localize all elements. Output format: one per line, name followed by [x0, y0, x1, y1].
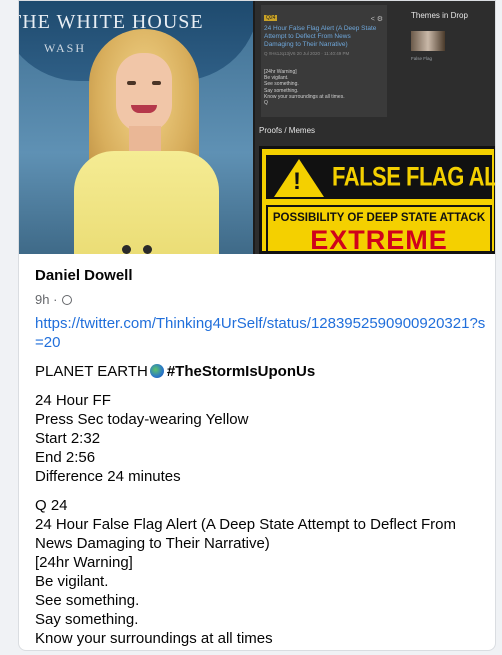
hashtag-line: PLANET EARTH #TheStormIsUponUs — [35, 362, 487, 381]
text-line: 24 Hour FF — [35, 392, 111, 409]
alert-subheading: POSSIBILITY OF DEEP STATE ATTACK — [272, 212, 486, 224]
drop-badge: Q24 — [264, 15, 278, 21]
theme-label: False Flag — [411, 56, 433, 61]
text-line: Say something. — [35, 611, 139, 628]
sign-text-2: WASH — [44, 41, 87, 55]
text-line: End 2:56 — [35, 449, 96, 466]
text-line: Know your surroundings at all times — [35, 630, 273, 647]
post-body: https://twitter.com/Thinking4UrSelf/stat… — [35, 314, 487, 648]
proofs-title: Proofs / Memes — [259, 126, 316, 135]
alert-heading: FALSE FLAG ALERT — [332, 161, 496, 192]
alert-lower: POSSIBILITY OF DEEP STATE ATTACK EXTREME — [266, 205, 492, 254]
yellow-dress — [74, 151, 219, 254]
hashtag-link[interactable]: #TheStormIsUponUs — [167, 363, 315, 380]
themes-title: Themes in Drop — [411, 11, 468, 20]
text-line: 24 Hour False Flag Alert (A Deep State A… — [35, 516, 457, 533]
drop-meta: Q !!Hs1Jq13jV6 20 Jul 2020 · 11:40:49 PM — [264, 51, 350, 56]
text-line: Be vigilant. — [35, 573, 109, 590]
timing-paragraph: 24 Hour FF Press Sec today-wearing Yello… — [35, 391, 487, 486]
author-name[interactable]: Daniel Dowell — [35, 267, 133, 284]
exclamation-icon: ! — [293, 168, 301, 195]
text-line: Q 24 — [35, 497, 68, 514]
right-eye — [152, 81, 161, 85]
theme-thumbnail — [411, 31, 445, 51]
quote-paragraph: Q 24 24 Hour False Flag Alert (A Deep St… — [35, 496, 487, 648]
post-header: Daniel Dowell 9h · — [35, 267, 133, 307]
alert-level: EXTREME — [310, 225, 448, 254]
post-media[interactable]: THE WHITE HOUSE WASH Q24 < ⚙ 24 Hour Fal… — [19, 1, 495, 254]
text-line: Press Sec today-wearing Yellow — [35, 411, 249, 428]
press-secretary-photo[interactable]: THE WHITE HOUSE WASH — [19, 1, 253, 254]
globe-icon[interactable] — [62, 295, 73, 305]
post-card: THE WHITE HOUSE WASH Q24 < ⚙ 24 Hour Fal… — [18, 0, 496, 651]
meta-separator: · — [53, 292, 58, 307]
drop-body: [24hr Warning] Be vigilant. See somethin… — [264, 69, 345, 107]
post-time[interactable]: 9h — [35, 292, 49, 307]
false-flag-alert-meme: ! FALSE FLAG ALERT POSSIBILITY OF DEEP S… — [259, 146, 495, 254]
mouth — [131, 105, 157, 113]
dress-buttons — [122, 241, 164, 254]
post-meta: 9h · — [35, 292, 73, 307]
text-line: See something. — [35, 592, 140, 609]
drop-card: Q24 < ⚙ 24 Hour False Flag Alert (A Deep… — [261, 5, 387, 117]
text-line: News Damaging to Their Narrative) — [35, 535, 270, 552]
text-line: [24hr Warning] — [35, 554, 133, 571]
tweet-link[interactable]: https://twitter.com/Thinking4UrSelf/stat… — [35, 314, 487, 352]
earth-globe-icon — [149, 364, 164, 378]
face — [116, 53, 172, 133]
share-icon: < ⚙ — [370, 16, 383, 23]
qdrop-screenshot[interactable]: Q24 < ⚙ 24 Hour False Flag Alert (A Deep… — [255, 1, 495, 254]
text-line: Start 2:32 — [35, 430, 101, 447]
planet-earth-text: PLANET EARTH — [35, 363, 148, 380]
left-eye — [127, 81, 136, 85]
text-line: Difference 24 minutes — [35, 468, 181, 485]
drop-title: 24 Hour False Flag Alert (A Deep State A… — [264, 25, 377, 48]
alert-header: ! FALSE FLAG ALERT — [266, 155, 495, 199]
